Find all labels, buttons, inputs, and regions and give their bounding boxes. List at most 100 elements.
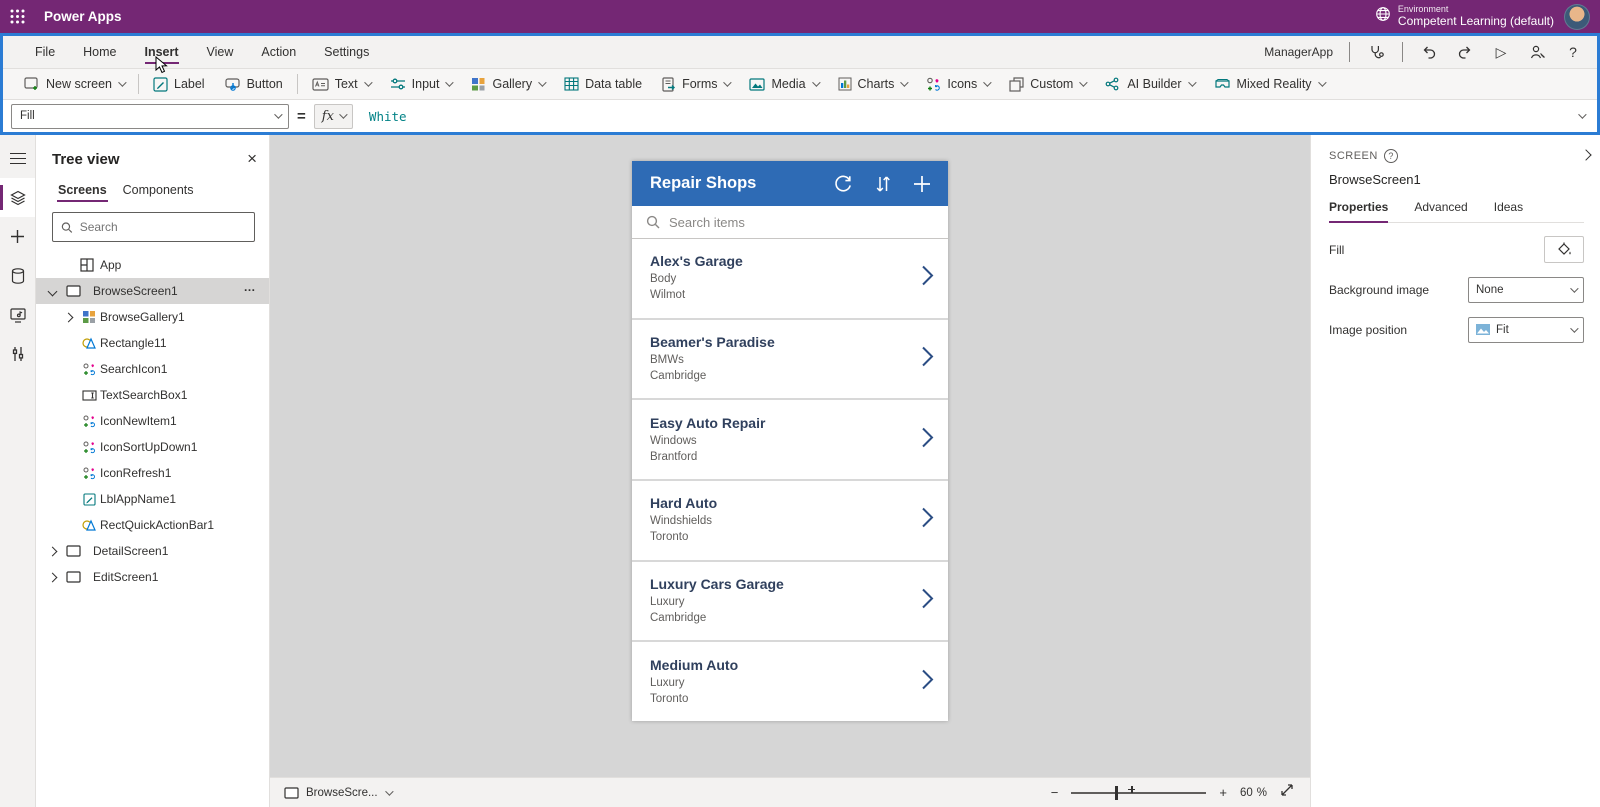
add-icon[interactable] (912, 174, 932, 194)
tree-item-iconsortupdown1[interactable]: IconSortUpDown1 (36, 434, 269, 460)
tab-advanced[interactable]: Advanced (1414, 200, 1467, 222)
refresh-icon[interactable] (832, 173, 854, 195)
ribbon-new-screen[interactable]: New screen (15, 69, 133, 99)
tree-item-rectquickactionbar1[interactable]: RectQuickActionBar1 (36, 512, 269, 538)
tree-item-detailscreen1[interactable]: DetailScreen1 (36, 538, 269, 564)
app-checker-icon[interactable] (1366, 42, 1386, 62)
chevron-right-icon[interactable] (921, 668, 934, 695)
formula-input[interactable]: White (361, 104, 1563, 129)
formula-expand-icon[interactable] (1571, 113, 1591, 119)
app-title[interactable]: Repair Shops (650, 174, 756, 193)
menu-file[interactable]: File (21, 36, 69, 68)
ribbon-icons[interactable]: Icons (917, 69, 998, 99)
menu-insert[interactable]: Insert (131, 36, 193, 68)
ellipsis-icon[interactable] (244, 284, 258, 298)
preview-play-icon[interactable] (1491, 42, 1511, 62)
gallery-row[interactable]: Hard Auto Windshields Toronto (632, 481, 948, 562)
gallery-row[interactable]: Beamer's Paradise BMWs Cambridge (632, 320, 948, 401)
phone-screen-preview[interactable]: Repair Shops Search items Alex's Garage … (632, 161, 948, 721)
app-search-box[interactable]: Search items (632, 206, 948, 239)
chevron-right-icon[interactable] (48, 572, 58, 582)
ribbon-data-table[interactable]: Data table (555, 69, 651, 99)
fit-to-window-icon[interactable] (1280, 783, 1294, 802)
tree-item-iconrefresh1[interactable]: IconRefresh1 (36, 460, 269, 486)
tree-item-rectangle11[interactable]: Rectangle11 (36, 330, 269, 356)
current-app-name[interactable]: ManagerApp (1264, 45, 1333, 59)
gallery-row[interactable]: Medium Auto Luxury Toronto (632, 642, 948, 721)
app-header-bar[interactable]: Repair Shops (632, 161, 948, 206)
tree-item-app[interactable]: App (36, 252, 269, 278)
background-image-dropdown[interactable]: None (1468, 277, 1584, 303)
ribbon-input[interactable]: Input (381, 69, 461, 99)
ribbon-gallery[interactable]: Gallery (462, 69, 553, 99)
screen-selector[interactable]: BrowseScre... (284, 787, 391, 799)
property-dropdown[interactable]: Fill (11, 104, 289, 129)
redo-icon[interactable] (1455, 42, 1475, 62)
menu-settings[interactable]: Settings (310, 36, 383, 68)
undo-icon[interactable] (1419, 42, 1439, 62)
sort-icon[interactable] (875, 174, 891, 194)
menu-view[interactable]: View (193, 36, 248, 68)
tree-item-iconnewitem1[interactable]: IconNewItem1 (36, 408, 269, 434)
ribbon-text[interactable]: Text (303, 69, 379, 99)
waffle-icon[interactable] (0, 0, 34, 33)
chevron-right-icon[interactable] (921, 265, 934, 292)
help-circle-icon[interactable] (1384, 149, 1398, 163)
image-position-dropdown[interactable]: Fit (1468, 317, 1584, 343)
gallery-row[interactable]: Luxury Cars Garage Luxury Cambridge (632, 562, 948, 643)
tree-search-input[interactable] (80, 220, 246, 234)
tab-ideas[interactable]: Ideas (1494, 200, 1523, 222)
fx-dropdown[interactable]: fx (314, 104, 353, 129)
fill-color-button[interactable] (1544, 236, 1584, 263)
ribbon-mixed-reality[interactable]: Mixed Reality (1205, 69, 1333, 99)
tab-components[interactable]: Components (117, 179, 200, 204)
chevron-right-icon[interactable] (48, 546, 58, 556)
zoom-in-button[interactable] (1219, 784, 1227, 802)
environment-picker[interactable]: Environment Competent Learning (default) (1375, 4, 1554, 28)
media-icon[interactable] (0, 295, 35, 334)
hamburger-menu-icon[interactable] (0, 139, 35, 178)
zoom-slider[interactable] (1071, 792, 1206, 794)
zoom-slider-handle[interactable] (1115, 786, 1118, 800)
divider (138, 74, 139, 94)
chevron-down-icon[interactable] (48, 286, 58, 296)
chevron-right-icon[interactable] (921, 426, 934, 453)
tree-item-lblappname1[interactable]: LblAppName1 (36, 486, 269, 512)
gallery-row[interactable]: Alex's Garage Body Wilmot (632, 239, 948, 320)
ribbon-label[interactable]: Label (144, 69, 214, 99)
close-icon[interactable] (247, 149, 257, 169)
menu-action[interactable]: Action (247, 36, 310, 68)
ribbon-ai-builder[interactable]: AI Builder (1096, 69, 1202, 99)
tab-screens[interactable]: Screens (52, 179, 113, 204)
menu-home[interactable]: Home (69, 36, 130, 68)
tree-search-box[interactable] (52, 212, 255, 242)
tree-item-browsegallery1[interactable]: BrowseGallery1 (36, 304, 269, 330)
tree-item-searchicon1[interactable]: SearchIcon1 (36, 356, 269, 382)
ribbon-charts[interactable]: Charts (829, 69, 916, 99)
zoom-out-button[interactable] (1051, 784, 1059, 802)
data-sources-icon[interactable] (0, 256, 35, 295)
chevron-right-icon[interactable] (921, 588, 934, 615)
advanced-tools-icon[interactable] (0, 334, 35, 373)
tab-properties[interactable]: Properties (1329, 200, 1388, 222)
icon-control-icon (81, 465, 97, 481)
design-canvas[interactable]: Repair Shops Search items Alex's Garage … (270, 135, 1310, 777)
tree-item-browsescreen1[interactable]: BrowseScreen1 (36, 278, 269, 304)
ribbon-button[interactable]: Button (216, 69, 292, 99)
chevron-down-icon (385, 787, 393, 795)
insert-icon[interactable] (0, 217, 35, 256)
chevron-right-icon[interactable] (64, 312, 74, 322)
gallery-row[interactable]: Easy Auto Repair Windows Brantford (632, 400, 948, 481)
ribbon-media[interactable]: Media (740, 69, 826, 99)
tree-item-editscreen1[interactable]: EditScreen1 (36, 564, 269, 590)
chevron-right-icon[interactable] (921, 346, 934, 373)
share-person-icon[interactable] (1527, 42, 1547, 62)
image-thumbnail-icon (1476, 324, 1490, 335)
ribbon-custom[interactable]: Custom (1000, 69, 1094, 99)
ribbon-forms[interactable]: Forms (653, 69, 738, 99)
help-icon[interactable] (1563, 42, 1583, 62)
chevron-right-icon[interactable] (921, 507, 934, 534)
user-avatar[interactable] (1564, 4, 1590, 30)
tree-view-icon[interactable] (0, 178, 35, 217)
tree-item-textsearchbox1[interactable]: TextSearchBox1 (36, 382, 269, 408)
